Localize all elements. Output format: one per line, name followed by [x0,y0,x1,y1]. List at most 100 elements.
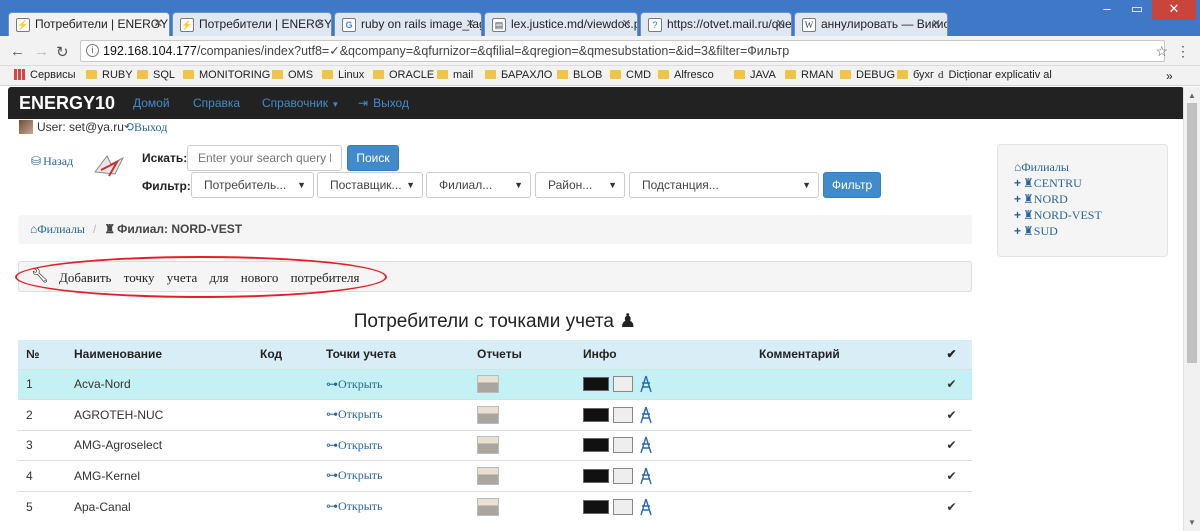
vertical-scrollbar[interactable]: ▲ ▼ [1183,87,1200,531]
bookmark-folder[interactable]: DEBUG [840,69,895,81]
table-row[interactable]: 4 AMG-Kernel ⊶Открыть ✔ [18,460,972,491]
browser-tab-2[interactable]: ⚡ Потребители | ENERGY1 ✕ [172,12,332,36]
address-bar: ← → ↻ i 192.168.104.177/companies/index?… [0,36,1200,66]
nav-home[interactable]: Домой [133,96,170,110]
nav-reference-dropdown[interactable]: Справочник ▼ [262,96,339,110]
nav-help[interactable]: Справка [193,96,240,110]
bookmark-services[interactable]: Сервисы [14,69,76,81]
report-icon[interactable] [477,497,499,516]
scrollbar-thumb[interactable] [1187,103,1197,363]
sidebar-item-centru[interactable]: + ♜CENTRU [1014,175,1167,191]
bookmark-folder[interactable]: бухг [897,69,934,81]
close-icon[interactable]: ✕ [154,17,163,30]
open-points-link[interactable]: ⊶Открыть [326,377,383,391]
meter-icon[interactable] [583,377,609,392]
supplier-select[interactable]: Поставщик... ▼ [317,172,423,198]
bookmark-folder[interactable]: RUBY [86,69,133,81]
breadcrumb-root[interactable]: ⌂Филиалы [30,222,85,236]
meter-icon[interactable] [583,468,609,483]
counter-icon[interactable] [613,376,633,393]
info-icon[interactable]: i [86,44,99,57]
report-icon[interactable] [477,375,499,394]
back-arrow-icon[interactable]: ← [10,43,25,60]
report-icon[interactable] [477,466,499,485]
bookmark-folder[interactable]: SQL [137,69,175,81]
close-icon[interactable]: ✕ [776,17,785,30]
star-icon[interactable]: ☆ [1155,43,1168,60]
bookmark-dictionary[interactable]: d Dicționar explicativ al [938,69,1052,81]
bookmark-folder[interactable]: BLOB [557,69,602,81]
nav-logout[interactable]: ⇥ Выход [358,96,409,110]
close-icon[interactable]: ✕ [932,17,941,30]
url-input[interactable]: i 192.168.104.177/companies/index?utf8=✓… [80,40,1165,62]
power-tower-icon[interactable] [637,498,655,516]
menu-icon[interactable]: ⋮ [1176,43,1190,60]
counter-icon[interactable] [613,437,633,454]
forward-arrow-icon[interactable]: → [34,43,49,60]
sidebar-root[interactable]: ⌂Филиалы [1014,159,1167,175]
browser-tab-6[interactable]: W аннулировать — Викис ✕ [794,12,948,36]
close-icon[interactable]: ✕ [466,17,475,30]
table-row[interactable]: 2 AGROTEH-NUC ⊶Открыть ✔ [18,399,972,430]
bookmark-folder[interactable]: MONITORING [183,69,270,81]
bookmark-folder[interactable]: CMD [610,69,651,81]
bookmark-label: Linux [338,69,365,81]
bookmark-folder[interactable]: mail [437,69,473,81]
bookmark-folder[interactable]: Alfresco [658,69,714,81]
bookmark-folder[interactable]: БАРАХЛО [485,69,552,81]
consumers-table: № Наименование Код Точки учета Отчеты Ин… [18,340,972,522]
sidebar-item-nord-vest[interactable]: + ♜NORD-VEST [1014,207,1167,223]
open-points-link[interactable]: ⊶Открыть [326,468,383,482]
close-icon[interactable]: ✕ [622,17,631,30]
search-button[interactable]: Поиск [347,145,399,171]
meter-icon[interactable] [583,407,609,422]
close-window-icon[interactable]: ✕ [1152,0,1196,20]
browser-tab-3[interactable]: G ruby on rails image_tag ✕ [334,12,482,36]
report-icon[interactable] [477,436,499,455]
counter-icon[interactable] [613,406,633,423]
more-bookmarks-button[interactable]: » [1166,69,1173,83]
substation-select[interactable]: Подстанция... ▼ [629,172,819,198]
brand-logo[interactable]: ENERGY10 [19,93,115,114]
user-logout-link[interactable]: ⟲Выход [124,120,167,134]
reload-icon[interactable]: ↻ [56,43,69,61]
report-icon[interactable] [477,405,499,424]
open-points-link[interactable]: ⊶Открыть [326,407,383,421]
consumer-select[interactable]: Потребитель... ▼ [191,172,314,198]
open-points-link[interactable]: ⊶Открыть [326,499,383,513]
bookmark-folder[interactable]: Linux [322,69,364,81]
sidebar-item-nord[interactable]: + ♜NORD [1014,191,1167,207]
power-tower-icon[interactable] [637,375,655,393]
minimize-icon[interactable]: – [1092,0,1122,20]
filter-button[interactable]: Фильтр [823,172,881,198]
bookmark-folder[interactable]: JAVA [734,69,776,81]
sidebar-item-sud[interactable]: + ♜SUD [1014,223,1167,239]
browser-tab-1[interactable]: ⚡ Потребители | ENERGY1 ✕ [8,12,170,36]
bookmark-folder[interactable]: OMS [272,69,313,81]
back-link[interactable]: ⛁ Назад [31,154,73,169]
branch-select[interactable]: Филиал... ▼ [426,172,531,198]
col-header-code: Код [252,340,318,369]
scroll-up-icon[interactable]: ▲ [1188,91,1196,100]
power-tower-icon[interactable] [637,467,655,485]
counter-icon[interactable] [613,467,633,484]
bookmark-folder[interactable]: RMAN [785,69,833,81]
meter-icon[interactable] [583,499,609,514]
browser-tab-4[interactable]: ▤ lex.justice.md/viewdoc.p ✕ [484,12,638,36]
meter-icon[interactable] [583,438,609,453]
power-tower-icon[interactable] [637,406,655,424]
scroll-down-icon[interactable]: ▼ [1188,518,1196,527]
browser-tab-5[interactable]: ? https://otvet.mail.ru/que ✕ [640,12,792,36]
open-points-link[interactable]: ⊶Открыть [326,438,383,452]
search-input[interactable] [187,145,342,171]
close-icon[interactable]: ✕ [316,17,325,30]
table-row[interactable]: 5 Apa-Canal ⊶Открыть ✔ [18,490,972,522]
table-row[interactable]: 3 AMG-Agroselect ⊶Открыть ✔ [18,429,972,461]
region-select[interactable]: Район... ▼ [535,172,625,198]
counter-icon[interactable] [613,498,633,515]
bookmark-folder[interactable]: ORACLE [373,69,434,81]
table-row[interactable]: 1 Acva-Nord ⊶Открыть ✔ [18,368,972,400]
folder-open-icon: ⛁ [31,154,42,168]
maximize-icon[interactable]: ▭ [1122,0,1152,20]
power-tower-icon[interactable] [637,436,655,454]
